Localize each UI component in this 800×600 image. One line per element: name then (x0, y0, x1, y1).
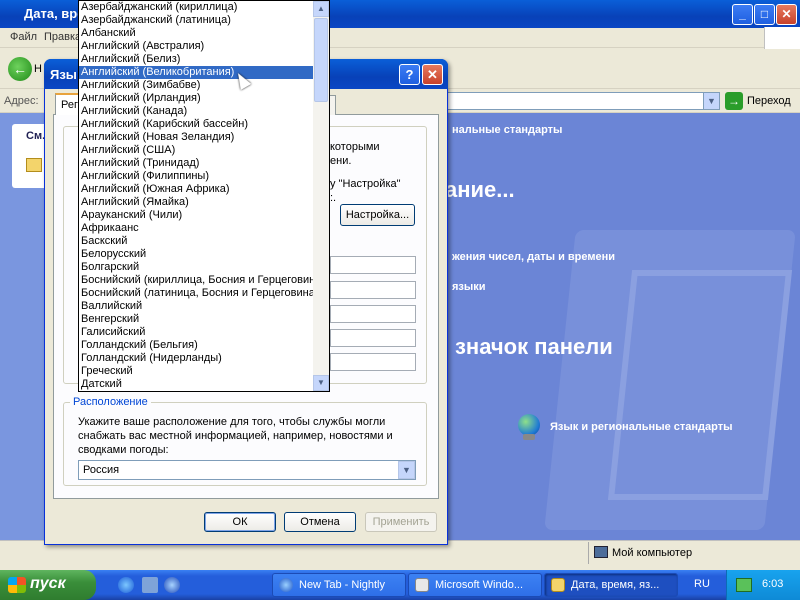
language-list-item[interactable]: Английский (Южная Африка) (79, 183, 313, 196)
language-list-item[interactable]: Голландский (Бельгия) (79, 339, 313, 352)
clock[interactable]: 6:03 (762, 578, 783, 590)
language-indicator[interactable]: RU (694, 578, 710, 590)
language-list-item[interactable]: Английский (Новая Зеландия) (79, 131, 313, 144)
language-list-item[interactable]: Английский (Ирландия) (79, 92, 313, 105)
desktop-icon[interactable] (142, 577, 158, 593)
language-list-item[interactable]: Африкаанс (79, 222, 313, 235)
language-list-item[interactable]: Арауканский (Чили) (79, 209, 313, 222)
windows-logo (764, 27, 800, 49)
task-label: New Tab - Nightly (299, 579, 385, 591)
window-icon (415, 578, 429, 592)
task-label: Дата, время, яз... (571, 579, 660, 591)
language-list-item[interactable]: Английский (Ямайка) (79, 196, 313, 209)
language-list-item[interactable]: Английский (Белиз) (79, 53, 313, 66)
status-zone-label: Мой компьютер (612, 547, 693, 559)
language-list-item[interactable]: Боснийский (латиница, Босния и Герцегови… (79, 287, 313, 300)
task-nightly[interactable]: New Tab - Nightly (272, 573, 406, 597)
task-ms-window[interactable]: Microsoft Windo... (408, 573, 542, 597)
scroll-thumb[interactable] (314, 18, 328, 102)
language-list-item[interactable]: Галисийский (79, 326, 313, 339)
location-group-label: Расположение (70, 396, 151, 408)
task-link-formats[interactable]: жения чисел, даты и времени (452, 251, 615, 263)
location-description: Укажите ваше расположение для того, чтоб… (78, 416, 393, 456)
location-value: Россия (83, 464, 120, 476)
category-heading: нальные стандарты (452, 124, 563, 136)
close-button[interactable]: ✕ (776, 4, 797, 25)
task-panel-title[interactable]: См. (26, 130, 45, 142)
language-list-item[interactable]: Английский (Канада) (79, 105, 313, 118)
address-dropdown-button[interactable]: ▼ (703, 92, 720, 110)
dialog-title: Язы (50, 67, 77, 82)
chevron-down-icon[interactable]: ▼ (398, 461, 415, 479)
explorer-title: Дата, вре (24, 6, 85, 21)
windows-flag-icon[interactable] (8, 577, 26, 593)
folder-icon (551, 578, 565, 592)
task-date-time[interactable]: Дата, время, яз... (544, 573, 678, 597)
minimize-button[interactable]: _ (732, 4, 753, 25)
language-list-item[interactable]: Венгерский (79, 313, 313, 326)
language-list-item[interactable]: Английский (Великобритания) (79, 66, 313, 79)
help-icon[interactable]: ? (399, 64, 420, 85)
background-watermark-frame (607, 270, 793, 500)
language-list-item[interactable]: Английский (Филиппины) (79, 170, 313, 183)
language-list-item[interactable]: Английский (Австралия) (79, 40, 313, 53)
apply-button[interactable]: Применить (365, 512, 437, 532)
sample-numbers-field (330, 256, 416, 274)
go-arrow-icon[interactable]: → (725, 92, 743, 110)
close-icon[interactable]: ✕ (422, 64, 443, 85)
language-list-items: Азербайджанский (кириллица) Азербайджанск… (79, 1, 313, 391)
task-label: Microsoft Windo... (435, 579, 524, 591)
sample-time-field (330, 305, 416, 323)
globe-icon (279, 578, 293, 592)
address-label: Адрес: (4, 95, 39, 107)
language-list-item[interactable]: Боснийский (кириллица, Босния и Герцегов… (79, 274, 313, 287)
cancel-button[interactable]: Отмена (284, 512, 356, 532)
computer-icon (594, 546, 608, 558)
language-list-item[interactable]: Датский (79, 378, 313, 391)
language-list-item[interactable]: Английский (США) (79, 144, 313, 157)
task-heading: ание... (445, 177, 515, 202)
standards-description: которыми ени. (330, 141, 380, 167)
language-list-item[interactable]: Английский (Зимбабве) (79, 79, 313, 92)
language-list-item[interactable]: Валлийский (79, 300, 313, 313)
language-list-item[interactable]: Греческий (79, 365, 313, 378)
globe-stand-icon (523, 434, 535, 440)
regional-options-link[interactable]: Язык и региональные стандарты (550, 421, 733, 433)
location-select[interactable]: Россия (78, 460, 416, 480)
sample-short-date-field (330, 329, 416, 347)
language-list-item[interactable]: Английский (Тринидад) (79, 157, 313, 170)
customize-button[interactable]: Настройка... (340, 204, 415, 226)
status-divider (588, 542, 589, 564)
media-player-icon[interactable] (164, 577, 180, 593)
icon-heading: значок панели (455, 334, 613, 359)
network-icon[interactable] (736, 578, 752, 592)
sample-currency-field (330, 281, 416, 299)
language-list-item[interactable]: Албанский (79, 27, 313, 40)
globe-icon[interactable] (518, 414, 540, 436)
menu-edit[interactable]: Правка (44, 31, 81, 43)
language-list-item[interactable]: Болгарский (79, 261, 313, 274)
sample-long-date-field (330, 353, 416, 371)
back-button-label[interactable]: Н (34, 63, 42, 75)
customize-description: у "Настройка" :. (330, 178, 401, 204)
language-list-item[interactable]: Белорусский (79, 248, 313, 261)
scroll-down-icon[interactable]: ▼ (313, 375, 329, 391)
maximize-button[interactable]: □ (754, 4, 775, 25)
language-list-item[interactable]: Английский (Карибский бассейн) (79, 118, 313, 131)
task-link-languages[interactable]: языки (452, 281, 486, 293)
folder-icon[interactable] (26, 158, 42, 172)
back-arrow-icon[interactable]: ← (8, 57, 32, 81)
ie-icon[interactable] (118, 577, 134, 593)
language-list-item[interactable]: Баскский (79, 235, 313, 248)
language-list-item[interactable]: Азербайджанский (кириллица) (79, 1, 313, 14)
menu-file[interactable]: Файл (10, 31, 37, 43)
start-label[interactable]: пуск (30, 575, 66, 593)
language-list-item[interactable]: Азербайджанский (латиница) (79, 14, 313, 27)
language-list-item[interactable]: Голландский (Нидерланды) (79, 352, 313, 365)
scroll-up-icon[interactable]: ▲ (313, 1, 329, 17)
go-button-label[interactable]: Переход (747, 95, 791, 107)
ok-button[interactable]: ОК (204, 512, 276, 532)
